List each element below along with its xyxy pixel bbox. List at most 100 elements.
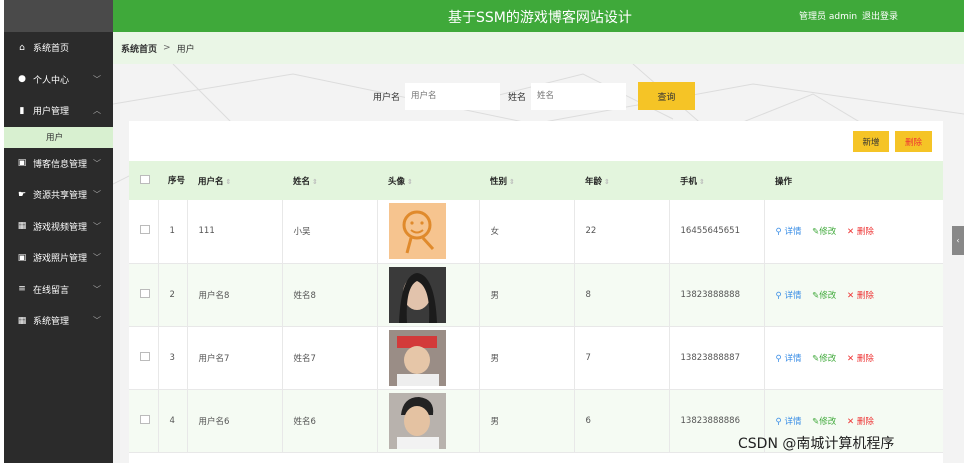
delete-button[interactable]: ✕ 删除 <box>847 291 874 301</box>
chevron-up-icon: ︿ <box>93 106 101 116</box>
detail-button[interactable]: ⚲ 详情 <box>776 291 802 301</box>
photo-avatar-image <box>388 266 446 323</box>
breadcrumb-current: 用户 <box>176 44 195 55</box>
sidebar-item-label: 游戏照片管理 <box>33 254 88 265</box>
side-collapse-tab[interactable]: ‹ <box>952 226 964 255</box>
detail-button[interactable]: ⚲ 详情 <box>776 354 802 364</box>
avatar-header-label: 头像 <box>388 176 406 187</box>
name-search-input[interactable] <box>531 82 627 110</box>
top-header: 基于SSM的游戏博客网站设计 管理员 admin 退出登录 <box>113 0 964 32</box>
username-header[interactable]: 用户名 ⇕ <box>187 161 282 200</box>
row-select-cell[interactable] <box>129 200 159 264</box>
chevron-down-icon: ﹀ <box>93 74 101 84</box>
cartoon-avatar-image <box>388 203 446 260</box>
delete-button[interactable]: ✕ 删除 <box>847 417 874 427</box>
edit-button[interactable]: ✎修改 <box>812 227 836 237</box>
sidebar-item-label: 资源共享管理 <box>33 191 88 202</box>
username-cell: 用户名6 <box>187 389 283 453</box>
select-all-header[interactable] <box>129 161 158 200</box>
gender-header[interactable]: 性别 ⇕ <box>479 161 574 200</box>
sidebar-subitem-users[interactable]: 用户 <box>4 126 113 148</box>
gender-header-label: 性别 <box>490 176 508 187</box>
table-header-row: 序号 用户名 ⇕ 姓名 ⇕ 头像 ⇕ 性别 ⇕ 年龄 ⇕ 手机 ⇕ 操作 <box>129 161 943 200</box>
current-user: 管理员 admin <box>799 12 858 22</box>
edit-button[interactable]: ✎修改 <box>812 354 836 364</box>
sidebar-item-resources[interactable]: ☛ 资源共享管理 ﹀ <box>4 179 113 211</box>
select-all-checkbox[interactable] <box>140 174 150 184</box>
user-table: 序号 用户名 ⇕ 姓名 ⇕ 头像 ⇕ 性别 ⇕ 年龄 ⇕ 手机 ⇕ 操作 1 111 小吴 <box>129 161 943 453</box>
sidebar-item-label: 博客信息管理 <box>33 159 88 170</box>
sidebar-item-videos[interactable]: ▦ 游戏视频管理 ﹀ <box>4 211 113 243</box>
delete-label: 删除 <box>856 227 874 238</box>
age-cell: 8 <box>574 263 670 327</box>
sidebar-item-photos[interactable]: ▣ 游戏照片管理 ﹀ <box>4 242 113 274</box>
delete-label: 删除 <box>856 290 874 301</box>
book-icon: ▣ <box>17 158 27 169</box>
sidebar-item-home[interactable]: ⌂ 系统首页 <box>4 32 113 64</box>
row-select-cell[interactable] <box>129 389 159 453</box>
username-search-input[interactable] <box>405 82 501 110</box>
query-button[interactable]: 查询 <box>638 82 696 110</box>
magnifier-icon: ⚲ <box>775 227 782 238</box>
magnifier-icon: ⚲ <box>775 416 782 427</box>
ops-cell: ⚲ 详情 ✎修改 ✕ 删除 <box>764 263 943 327</box>
detail-label: 详情 <box>784 353 802 364</box>
name-label: 姓名 <box>508 92 527 103</box>
grid-icon: ▦ <box>17 315 27 326</box>
phone-cell: 13823888888 <box>669 263 765 327</box>
age-header[interactable]: 年龄 ⇕ <box>574 161 669 200</box>
row-checkbox[interactable] <box>140 414 150 424</box>
sort-icon: ⇕ <box>225 177 232 186</box>
close-icon: ✕ <box>847 290 855 301</box>
add-button[interactable]: 新增 <box>853 131 889 152</box>
sidebar-item-system[interactable]: ▦ 系统管理 ﹀ <box>4 305 113 337</box>
gender-cell: 男 <box>479 263 575 327</box>
index-header: 序号 <box>158 161 187 200</box>
avatar-cell <box>377 263 480 327</box>
thumb-icon: ☛ <box>17 189 27 200</box>
avatar-cell <box>377 200 480 264</box>
sidebar-item-messages[interactable]: ≡ 在线留言 ﹀ <box>4 274 113 306</box>
sidebar-item-users[interactable]: ▮ 用户管理 ︿ <box>4 95 113 127</box>
batch-delete-button[interactable]: 删除 <box>895 131 932 152</box>
gender-cell: 男 <box>479 389 575 453</box>
delete-label: 删除 <box>856 416 874 427</box>
logout-link[interactable]: 退出登录 <box>862 9 898 22</box>
home-icon: ⌂ <box>19 42 25 53</box>
sort-icon: ⇕ <box>407 177 413 186</box>
edit-button[interactable]: ✎修改 <box>812 417 836 427</box>
sort-icon: ⇕ <box>509 177 515 186</box>
main-content: 用户名 姓名 查询 新增 删除 序号 用户名⇕ 姓名⇕ 头像⇕ 性别⇕ 年龄⇕ … <box>113 64 964 463</box>
avatar-header[interactable]: 头像 ⇕ <box>377 161 479 200</box>
row-select-cell[interactable] <box>129 263 159 327</box>
sidebar-brand <box>4 0 113 32</box>
phone-header-label: 手机 <box>680 176 698 187</box>
delete-button[interactable]: ✕ 删除 <box>847 354 874 364</box>
avatar-cell <box>377 326 480 390</box>
delete-button[interactable]: ✕ 删除 <box>847 227 874 237</box>
detail-button[interactable]: ⚲ 详情 <box>776 227 802 237</box>
breadcrumb-home[interactable]: 系统首页 <box>121 42 157 55</box>
edit-button[interactable]: ✎修改 <box>812 291 836 301</box>
row-select-cell[interactable] <box>129 326 159 390</box>
name-header-label: 姓名 <box>293 176 311 187</box>
age-cell: 6 <box>574 389 670 453</box>
sidebar-item-label: 用户管理 <box>33 107 70 118</box>
phone-header[interactable]: 手机 ⇕ <box>669 161 764 200</box>
chevron-down-icon: ﹀ <box>93 158 101 168</box>
row-checkbox[interactable] <box>140 288 150 298</box>
chevron-down-icon: ﹀ <box>93 316 101 326</box>
detail-button[interactable]: ⚲ 详情 <box>776 417 802 427</box>
sidebar-item-blog[interactable]: ▣ 博客信息管理 ﹀ <box>4 148 113 180</box>
detail-label: 详情 <box>784 227 802 238</box>
edit-label: 修改 <box>819 353 837 364</box>
index-cell: 3 <box>158 326 188 390</box>
page-title: 基于SSM的游戏博客网站设计 <box>448 10 632 26</box>
book-icon: ▣ <box>17 252 27 263</box>
avatar-cell <box>377 389 480 453</box>
row-checkbox[interactable] <box>140 351 150 361</box>
detail-label: 详情 <box>784 416 802 427</box>
name-header[interactable]: 姓名 ⇕ <box>282 161 377 200</box>
sidebar-item-profile[interactable]: ● 个人中心 ﹀ <box>4 64 113 96</box>
row-checkbox[interactable] <box>140 225 150 235</box>
